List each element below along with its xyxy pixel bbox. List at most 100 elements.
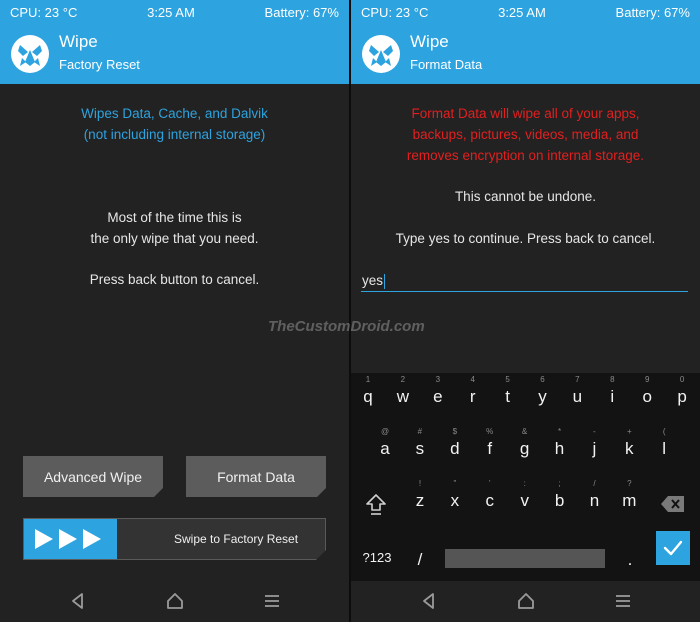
key-q[interactable]: 1q xyxy=(351,373,385,411)
key-hint: & xyxy=(521,427,528,436)
page-title: Wipe xyxy=(59,32,98,51)
key-v[interactable]: :v xyxy=(508,477,542,515)
key-hint: $ xyxy=(452,427,458,436)
symbols-key[interactable]: ?123 xyxy=(357,536,397,574)
key-hint: ? xyxy=(627,479,632,488)
key-label: d xyxy=(450,439,460,458)
home-icon[interactable] xyxy=(165,591,185,611)
message-line-2: the only wipe that you need. xyxy=(90,231,259,246)
clock: 3:25 AM xyxy=(147,4,195,20)
twrp-logo-icon xyxy=(362,35,400,73)
factory-reset-screen: CPU: 23 °C 3:25 AM Battery: 67% Wipe Fac… xyxy=(0,0,349,622)
key-label: r xyxy=(469,387,476,406)
period-key[interactable]: . xyxy=(613,536,647,574)
key-label: o xyxy=(642,387,652,406)
key-d[interactable]: $ d xyxy=(438,425,472,463)
symbols-key-label: ?123 xyxy=(362,550,392,565)
key-label: q xyxy=(363,387,373,406)
advanced-wipe-button[interactable]: Advanced Wipe xyxy=(23,456,163,497)
key-label: z xyxy=(415,491,425,510)
key-label: t xyxy=(505,387,510,406)
key-hint: ! xyxy=(418,479,422,488)
wipe-info-line-2: (not including internal storage) xyxy=(83,127,266,142)
key-label: y xyxy=(538,387,547,406)
header: Wipe Format Data xyxy=(351,24,700,84)
wipe-info: Wipes Data, Cache, and Dalvik (not inclu… xyxy=(0,103,349,145)
key-j[interactable]: -j xyxy=(577,425,611,463)
format-warning: Format Data will wipe all of your apps, … xyxy=(351,103,700,166)
key-i[interactable]: 8i xyxy=(595,373,629,411)
key-label: i xyxy=(610,387,615,406)
key-m[interactable]: ? m xyxy=(612,477,646,515)
cpu-temp: CPU: 23 °C xyxy=(10,4,78,20)
confirm-text-input[interactable]: yes xyxy=(361,270,688,292)
key-r[interactable]: 4r xyxy=(456,373,490,411)
key-h[interactable]: * h xyxy=(543,425,577,463)
slash-key-label: / xyxy=(417,550,423,569)
home-icon[interactable] xyxy=(516,591,536,611)
status-bar: CPU: 23 °C 3:25 AM Battery: 67% xyxy=(0,0,349,24)
period-key-label: . xyxy=(627,550,633,569)
key-hint: 4 xyxy=(470,375,475,384)
key-label: e xyxy=(433,387,443,406)
key-f[interactable]: % f xyxy=(473,425,507,463)
key-b[interactable]: ; b xyxy=(543,477,577,515)
key-a[interactable]: @ a xyxy=(368,425,402,463)
key-t[interactable]: 5t xyxy=(491,373,525,411)
key-hint: % xyxy=(486,427,494,436)
key-hint: " xyxy=(453,479,457,488)
input-value: yes xyxy=(362,273,384,288)
key-p[interactable]: 0p xyxy=(665,373,699,411)
key-s[interactable]: # s xyxy=(403,425,437,463)
space-bar[interactable] xyxy=(445,549,605,568)
key-x[interactable]: " x xyxy=(438,477,472,515)
key-hint: - xyxy=(593,427,596,436)
key-hint: 2 xyxy=(400,375,406,384)
enter-key[interactable] xyxy=(656,531,690,565)
key-o[interactable]: 9o xyxy=(630,373,664,411)
key-label: g xyxy=(519,439,530,458)
key-c[interactable]: ' c xyxy=(473,477,507,515)
format-data-button[interactable]: Format Data xyxy=(186,456,326,497)
key-label: v xyxy=(520,491,529,510)
key-z[interactable]: ! z xyxy=(403,477,437,515)
key-l[interactable]: (l xyxy=(647,425,681,463)
key-label: m xyxy=(622,491,637,510)
key-y[interactable]: 6y xyxy=(526,373,560,411)
backspace-icon xyxy=(661,496,684,512)
message-line-1: Most of the time this is xyxy=(107,210,242,225)
back-icon[interactable] xyxy=(68,591,88,611)
undone-notice: This cannot be undone. xyxy=(454,189,597,204)
watermark: TheCustomDroid.com xyxy=(268,318,425,335)
key-label: h xyxy=(554,439,565,458)
key-hint: @ xyxy=(380,427,390,436)
key-w[interactable]: 2w xyxy=(386,373,420,411)
key-k[interactable]: + k xyxy=(612,425,646,463)
warning-line-1: Format Data will wipe all of your apps, xyxy=(411,106,640,121)
shift-key[interactable] xyxy=(359,483,393,521)
menu-icon[interactable] xyxy=(262,591,282,611)
slash-key[interactable]: / xyxy=(403,536,437,574)
swipe-label: Swipe to Factory Reset xyxy=(174,532,299,546)
key-g[interactable]: & g xyxy=(508,425,542,463)
navigation-bar xyxy=(0,581,349,622)
key-hint: # xyxy=(417,427,423,436)
key-n[interactable]: / n xyxy=(578,477,612,515)
swipe-handle[interactable] xyxy=(24,519,117,559)
backspace-key[interactable] xyxy=(656,483,690,521)
key-hint: + xyxy=(626,427,632,436)
back-icon[interactable] xyxy=(419,591,439,611)
menu-icon[interactable] xyxy=(613,591,633,611)
swipe-to-factory-reset-slider[interactable]: Swipe to Factory Reset xyxy=(23,518,326,560)
shift-arrow-icon xyxy=(366,494,386,515)
format-data-screen: CPU: 23 °C 3:25 AM Battery: 67% Wipe For… xyxy=(351,0,700,622)
arrow-right-icon xyxy=(35,529,53,549)
key-label: b xyxy=(554,491,565,510)
battery-level: Battery: 67% xyxy=(264,4,339,20)
key-hint: 5 xyxy=(505,375,510,384)
key-hint: 9 xyxy=(644,375,650,384)
key-e[interactable]: 3e xyxy=(421,373,455,411)
check-icon xyxy=(663,540,683,556)
wipe-info-line-1: Wipes Data, Cache, and Dalvik xyxy=(81,106,268,121)
key-u[interactable]: 7u xyxy=(560,373,594,411)
